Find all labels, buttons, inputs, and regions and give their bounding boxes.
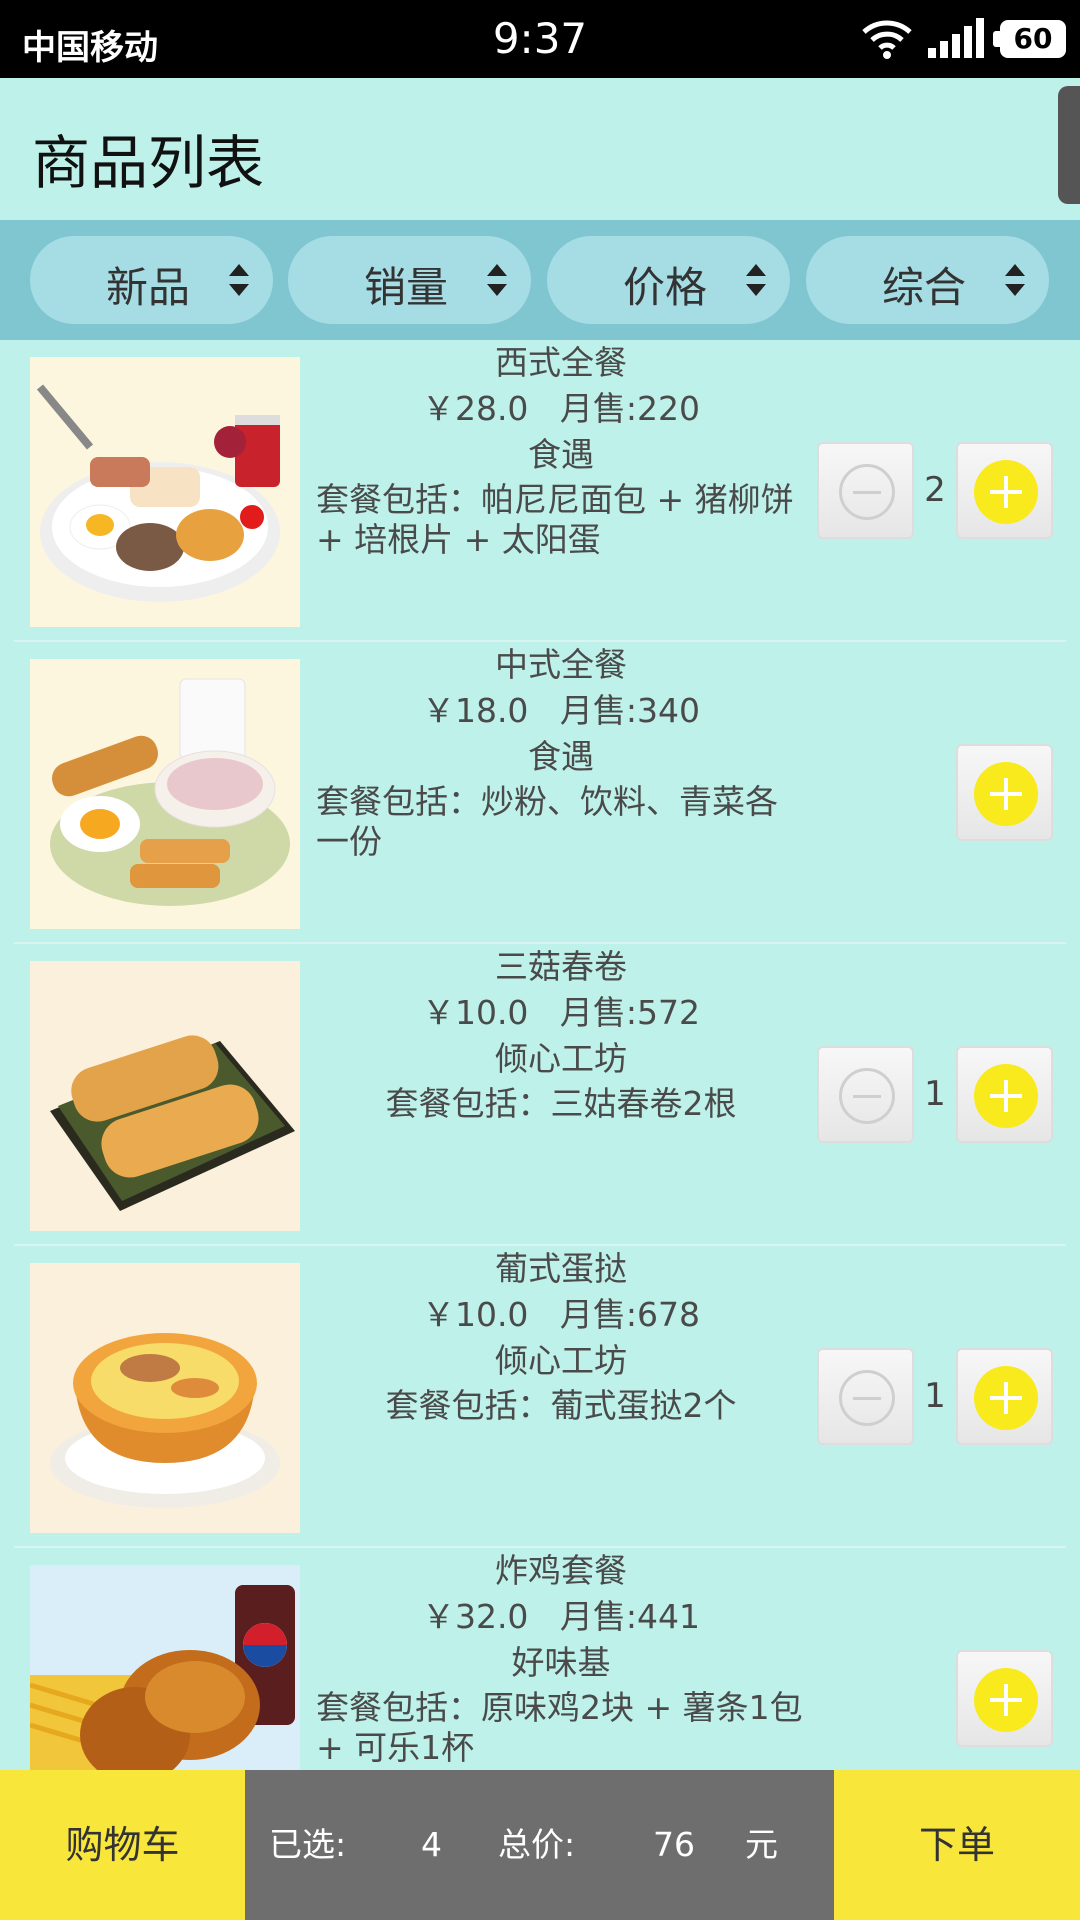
product-price: ￥10.0 (421, 1295, 529, 1334)
product-info: 三菇春卷 ￥10.0 月售:572 倾心工坊 套餐包括：三姑春卷2根 (316, 944, 806, 1124)
sort-arrows-icon (1005, 264, 1025, 296)
product-info: 炸鸡套餐 ￥32.0 月售:441 好味基 套餐包括：原味鸡2块 + 薯条1包 … (316, 1548, 806, 1768)
product-brand: 倾心工坊 (495, 1341, 627, 1380)
sort-label: 价格 (622, 263, 707, 312)
page-title: 商品列表 (32, 129, 265, 197)
minus-icon (839, 1068, 895, 1124)
product-price-sales: ￥10.0 月售:572 (316, 990, 806, 1036)
product-price-sales: ￥32.0 月售:441 (316, 1594, 806, 1640)
quantity-value: 1 (924, 1376, 946, 1416)
product-info: 西式全餐 ￥28.0 月售:220 食遇 套餐包括：帕尼尼面包 + 猪柳饼 + … (316, 340, 806, 560)
product-price: ￥32.0 (421, 1597, 529, 1636)
drawer-handle[interactable] (1058, 86, 1080, 204)
product-info: 中式全餐 ￥18.0 月售:340 食遇 套餐包括：炒粉、饮料、青菜各一份 (316, 642, 806, 862)
product-name: 葡式蛋挞 (495, 1249, 627, 1288)
product-item[interactable]: 葡式蛋挞 ￥10.0 月售:678 倾心工坊 套餐包括：葡式蛋挞2个 1 (0, 1246, 1080, 1548)
product-description: 套餐包括：帕尼尼面包 + 猪柳饼 + 培根片 + 太阳蛋 (316, 480, 794, 559)
product-price: ￥10.0 (421, 993, 529, 1032)
clock: 9:37 (492, 14, 588, 63)
product-price: ￥18.0 (421, 691, 529, 730)
sort-bar: 新品 销量 价格 综合 (0, 220, 1080, 340)
sort-label: 销量 (363, 263, 448, 312)
decrease-quantity-button[interactable] (817, 1046, 914, 1143)
product-image (30, 961, 300, 1231)
product-price-sales: ￥10.0 月售:678 (316, 1292, 806, 1338)
product-sales: 月售:678 (559, 1295, 701, 1334)
sort-new-button[interactable]: 新品 (30, 236, 273, 324)
product-list[interactable]: 西式全餐 ￥28.0 月售:220 食遇 套餐包括：帕尼尼面包 + 猪柳饼 + … (0, 340, 1080, 1770)
sort-arrows-icon (229, 264, 249, 296)
product-sales: 月售:340 (559, 691, 701, 730)
bottom-bar: 购物车 已选: 4 总价: 76 元 下单 (0, 1770, 1080, 1920)
product-description: 套餐包括：炒粉、饮料、青菜各一份 (316, 782, 778, 861)
signal-icon (928, 18, 984, 58)
product-brand: 好味基 (511, 1643, 611, 1682)
sort-label: 新品 (105, 263, 190, 312)
product-brand: 食遇 (528, 737, 594, 776)
product-brand: 食遇 (528, 435, 594, 474)
product-price-sales: ￥28.0 月售:220 (316, 386, 806, 432)
quantity-value: 2 (924, 470, 946, 510)
product-description: 套餐包括：原味鸡2块 + 薯条1包 + 可乐1杯 (316, 1688, 803, 1767)
product-description: 套餐包括：葡式蛋挞2个 (385, 1386, 737, 1425)
total-label: 总价: (498, 1825, 576, 1864)
product-image (30, 659, 300, 929)
quantity-value: 1 (924, 1074, 946, 1114)
battery-icon: 60 (993, 20, 1066, 58)
product-item[interactable]: 中式全餐 ￥18.0 月售:340 食遇 套餐包括：炒粉、饮料、青菜各一份 (0, 642, 1080, 944)
product-name: 西式全餐 (495, 343, 627, 382)
product-price-sales: ￥18.0 月售:340 (316, 688, 806, 734)
product-item[interactable]: 西式全餐 ￥28.0 月售:220 食遇 套餐包括：帕尼尼面包 + 猪柳饼 + … (0, 340, 1080, 642)
currency-label: 元 (745, 1825, 778, 1864)
minus-icon (839, 464, 895, 520)
sort-arrows-icon (487, 264, 507, 296)
plus-icon (974, 460, 1038, 524)
sort-label: 综合 (881, 263, 966, 312)
increase-quantity-button[interactable] (956, 1348, 1053, 1445)
product-image (30, 1565, 300, 1770)
product-sales: 月售:572 (559, 993, 701, 1032)
sort-arrows-icon (746, 264, 766, 296)
sort-overall-button[interactable]: 综合 (806, 236, 1049, 324)
plus-icon (974, 762, 1038, 826)
order-summary: 已选: 4 总价: 76 元 (245, 1770, 834, 1920)
product-sales: 月售:441 (559, 1597, 701, 1636)
wifi-icon (862, 20, 912, 59)
status-bar: 中国移动 9:37 60 (0, 0, 1080, 78)
total-value: 76 (653, 1825, 695, 1864)
place-order-button[interactable]: 下单 (834, 1770, 1080, 1920)
plus-icon (974, 1668, 1038, 1732)
product-item[interactable]: 炸鸡套餐 ￥32.0 月售:441 好味基 套餐包括：原味鸡2块 + 薯条1包 … (0, 1548, 1080, 1770)
product-brand: 倾心工坊 (495, 1039, 627, 1078)
increase-quantity-button[interactable] (956, 1046, 1053, 1143)
product-image (30, 1263, 300, 1533)
product-sales: 月售:220 (559, 389, 701, 428)
increase-quantity-button[interactable] (956, 442, 1053, 539)
cart-button[interactable]: 购物车 (0, 1770, 245, 1920)
product-price: ￥28.0 (421, 389, 529, 428)
increase-quantity-button[interactable] (956, 744, 1053, 841)
product-info: 葡式蛋挞 ￥10.0 月售:678 倾心工坊 套餐包括：葡式蛋挞2个 (316, 1246, 806, 1426)
product-item[interactable]: 三菇春卷 ￥10.0 月售:572 倾心工坊 套餐包括：三姑春卷2根 1 (0, 944, 1080, 1246)
product-description: 套餐包括：三姑春卷2根 (385, 1084, 737, 1123)
product-image (30, 357, 300, 627)
sort-price-button[interactable]: 价格 (547, 236, 790, 324)
sort-sales-button[interactable]: 销量 (288, 236, 531, 324)
selected-count: 4 (421, 1825, 442, 1864)
minus-icon (839, 1370, 895, 1426)
decrease-quantity-button[interactable] (817, 1348, 914, 1445)
plus-icon (974, 1064, 1038, 1128)
product-name: 炸鸡套餐 (495, 1551, 627, 1590)
selected-label: 已选: (269, 1825, 347, 1864)
title-bar: 商品列表 (0, 78, 1080, 220)
plus-icon (974, 1366, 1038, 1430)
product-name: 中式全餐 (495, 645, 627, 684)
increase-quantity-button[interactable] (956, 1650, 1053, 1747)
product-name: 三菇春卷 (495, 947, 627, 986)
decrease-quantity-button[interactable] (817, 442, 914, 539)
